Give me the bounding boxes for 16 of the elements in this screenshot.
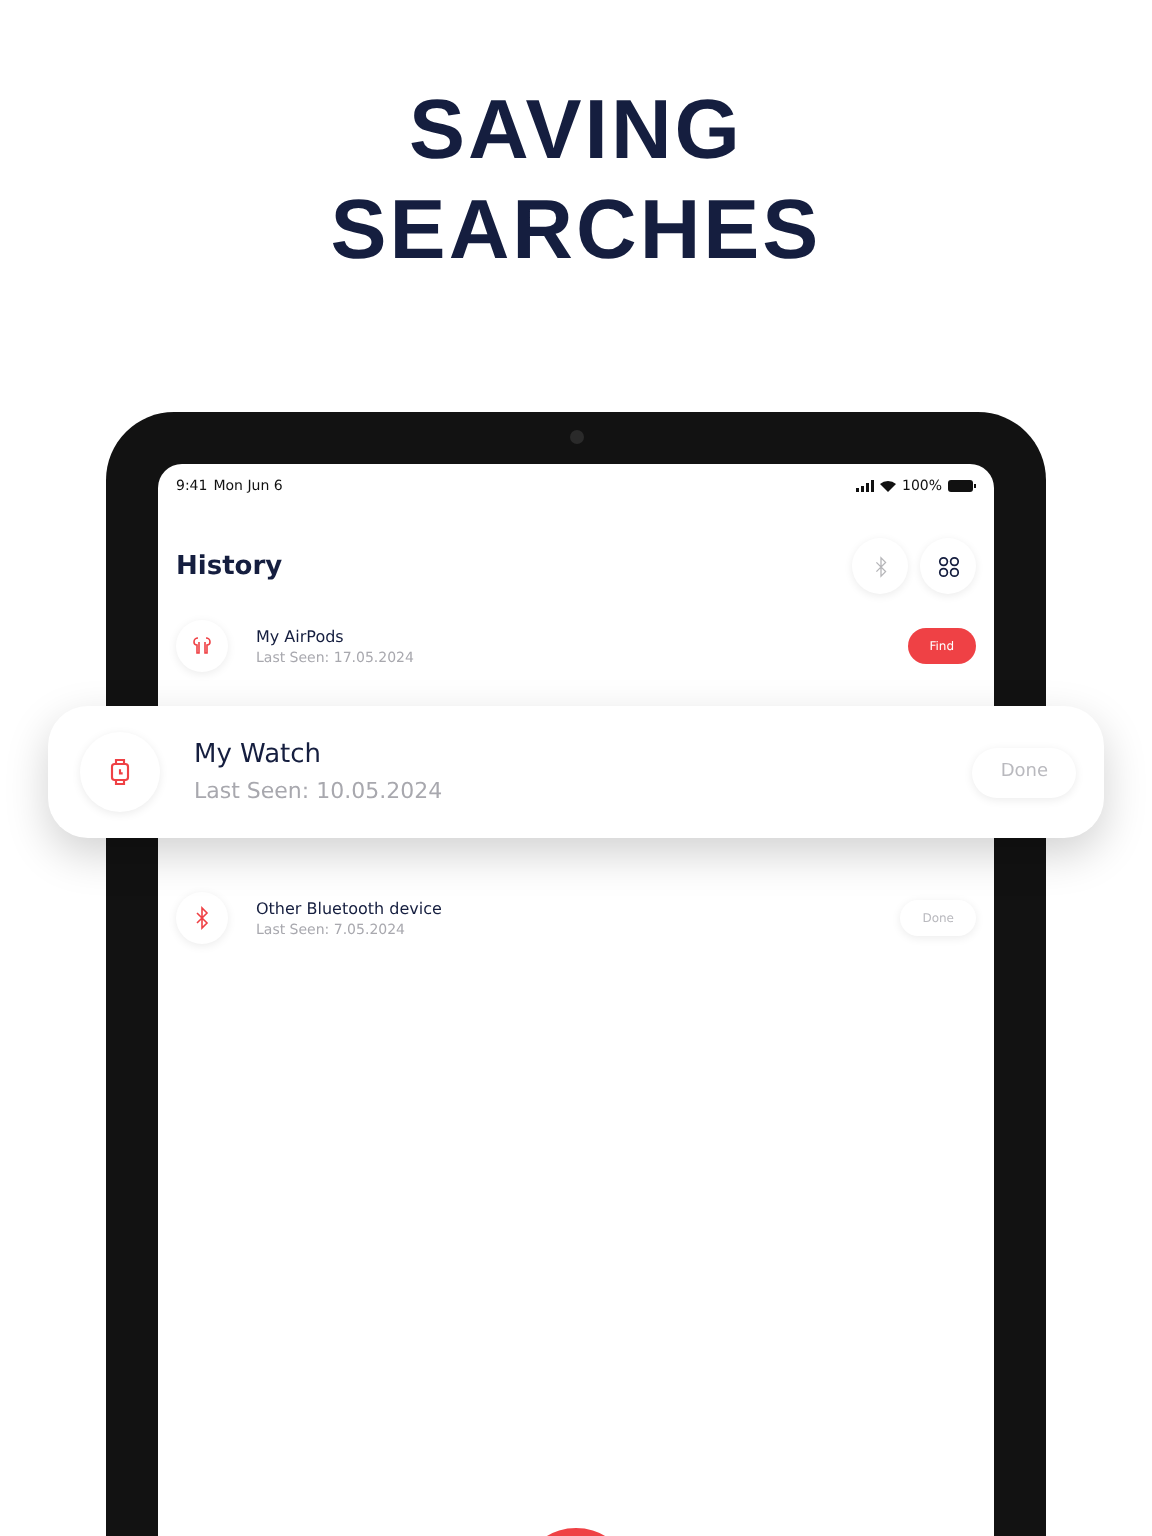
screen-title: History <box>176 551 283 581</box>
battery-icon <box>948 480 976 492</box>
grid-icon <box>935 553 961 579</box>
headline: SAVING <box>409 80 743 180</box>
camera-icon <box>570 430 584 444</box>
bluetooth-icon <box>190 906 214 930</box>
device-name: Other Bluetooth device <box>256 899 444 917</box>
last-seen-text: Last Seen: 10.05.2024 <box>194 778 445 804</box>
device-card[interactable]: My Watch Last Seen: 10.05.2024 Done <box>48 706 1104 838</box>
headline: SEARCHES <box>330 180 822 280</box>
wifi-icon <box>879 480 896 492</box>
device-name: My AirPods <box>256 627 346 645</box>
signal-icon <box>855 480 874 492</box>
earbuds-icon <box>190 634 214 658</box>
grid-button[interactable] <box>920 538 976 594</box>
device-name: My Watch <box>194 740 324 770</box>
